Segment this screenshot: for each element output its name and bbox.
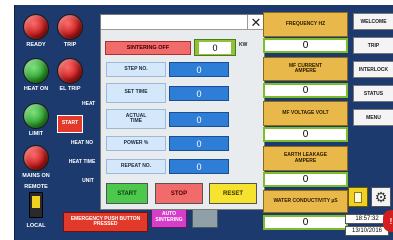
water-conductivity-label: WATER CONDUCTIVITY µS <box>263 190 348 213</box>
repeat-no-label: REPEAT NO. <box>106 159 166 174</box>
frequency-label: FREQUENCY HZ <box>263 12 348 37</box>
heat-time-button[interactable]: HEAT TIME <box>64 157 100 169</box>
nav-interlock-button[interactable]: INTERLOCK <box>353 61 393 78</box>
el-trip-label: EL TRIP <box>59 86 81 92</box>
mf-current-label: MF CURRENT AMPERE <box>263 57 348 81</box>
sintering-dialog: ✕ SINTERING OFF 0 KW STEP NO. 0 SET TIME… <box>100 14 265 210</box>
gear-icon[interactable]: ⚙ <box>371 187 391 207</box>
mf-current-value: 0 <box>263 83 348 98</box>
emergency-button[interactable]: EMERGENCY PUSH BUTTON PRESSED <box>63 212 148 232</box>
power-label: POWER % <box>106 136 166 151</box>
step-no-value: 0 <box>169 62 229 77</box>
trip-label: TRIP <box>63 42 77 48</box>
nav-welcome-button[interactable]: WELCOME <box>353 13 393 30</box>
alarm-indicator-icon[interactable]: ! <box>383 210 393 232</box>
local-label: LOCAL <box>26 223 46 229</box>
earth-leakage-value: 0 <box>263 172 348 187</box>
mains-on-label: MAINS ON <box>22 173 50 179</box>
switch-handle <box>32 196 40 208</box>
remote-label: REMOTE <box>24 184 48 190</box>
kw-unit: KW <box>239 42 248 48</box>
trip-lamp <box>57 14 83 40</box>
remote-local-switch[interactable] <box>29 192 43 218</box>
set-time-label: SET TIME <box>106 83 166 103</box>
step-no-label: STEP NO. <box>106 62 166 77</box>
limit-lamp <box>23 103 49 129</box>
kw-display: 0 <box>194 39 236 56</box>
nav-status-button[interactable]: STATUS <box>353 85 393 102</box>
actual-time-label: ACTUAL TIME <box>106 109 166 129</box>
nav-menu-button[interactable]: MENU <box>353 109 393 126</box>
heat-header: HEAT <box>82 101 96 107</box>
el-trip-lamp <box>57 58 83 84</box>
stop-button[interactable]: STOP <box>155 183 203 204</box>
actual-time-value: 0 <box>169 112 229 127</box>
close-icon[interactable]: ✕ <box>247 15 264 30</box>
reset-button[interactable]: RESET <box>209 183 257 204</box>
earth-leakage-label: EARTH LEAKAGE AMPERE <box>263 146 348 171</box>
dialog-titlebar: ✕ <box>101 15 264 30</box>
water-conductivity-value: 0 <box>263 215 348 230</box>
clock-date: 13/10/2016 <box>345 226 389 236</box>
document-icon[interactable] <box>348 187 368 207</box>
sintering-toggle-button[interactable]: SINTERING OFF <box>105 41 191 55</box>
mf-voltage-label: MF VOLTAGE VOLT <box>263 101 348 126</box>
placeholder-tile <box>192 207 218 228</box>
mf-voltage-value: 0 <box>263 127 348 142</box>
heat-no-button[interactable]: HEAT NO <box>64 138 100 150</box>
nav-trip-button[interactable]: TRIP <box>353 37 393 54</box>
ready-lamp <box>23 14 49 40</box>
heat-on-lamp <box>23 58 49 84</box>
kw-value: 0 <box>199 41 231 54</box>
auto-sintering-button[interactable]: AUTO SINTERING <box>151 207 187 228</box>
set-time-value: 0 <box>169 86 229 101</box>
mains-on-lamp <box>23 145 49 171</box>
hmi-screen: READY TRIP HEAT ON EL TRIP LIMIT MAINS O… <box>14 5 393 240</box>
repeat-no-value: 0 <box>169 159 229 174</box>
start-button[interactable]: START <box>106 183 148 204</box>
heat-start-button[interactable]: START <box>57 115 83 133</box>
frequency-value: 0 <box>263 38 348 53</box>
unit-label: UNIT <box>82 178 94 185</box>
limit-label: LIMIT <box>28 131 44 137</box>
power-value: 0 <box>169 136 229 151</box>
